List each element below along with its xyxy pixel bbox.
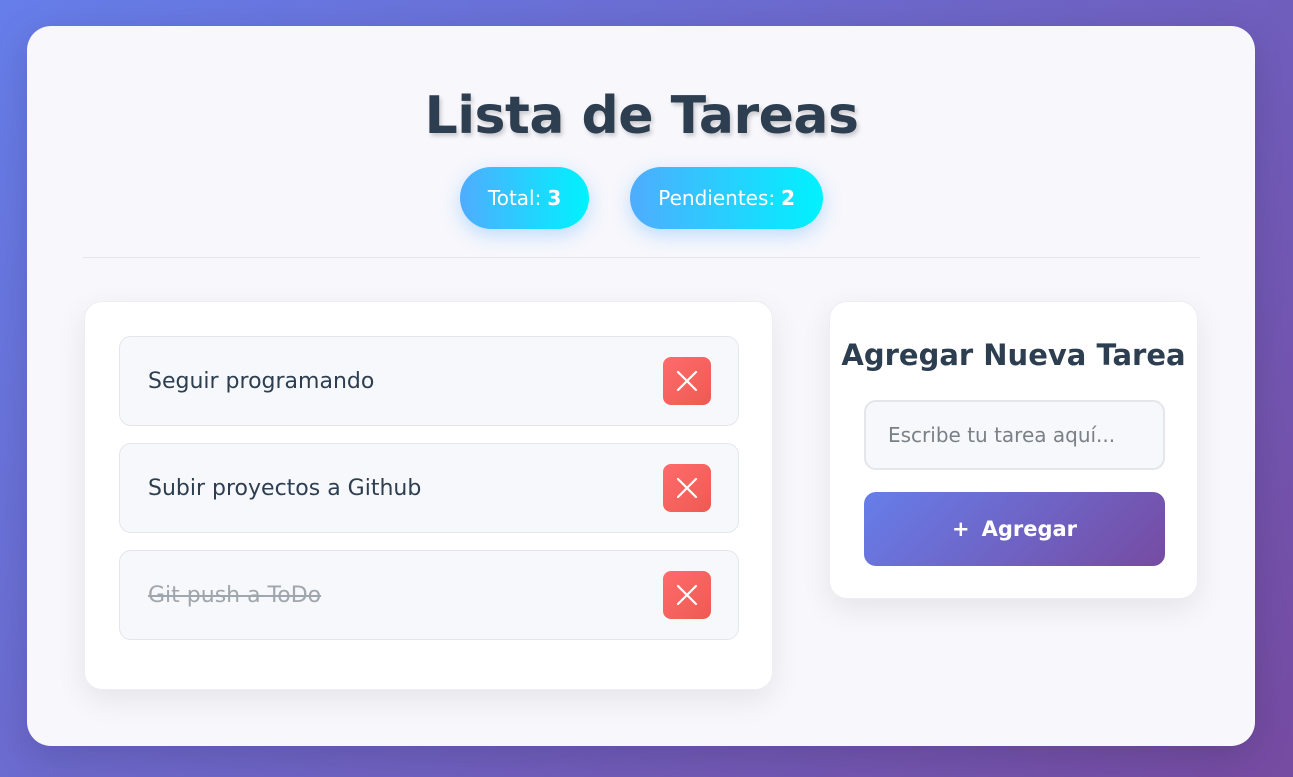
delete-task-button[interactable] bbox=[663, 357, 711, 405]
page-title: Lista de Tareas bbox=[424, 86, 859, 146]
task-item[interactable]: Subir proyectos a Github bbox=[119, 443, 739, 533]
task-list: Seguir programando Subir proyectos a Git… bbox=[84, 301, 773, 690]
task-text[interactable]: Subir proyectos a Github bbox=[148, 476, 421, 501]
delete-task-button[interactable] bbox=[663, 464, 711, 512]
plus-icon: + bbox=[951, 517, 970, 541]
task-text[interactable]: Git push a ToDo bbox=[148, 583, 321, 608]
pending-label: Pendientes: bbox=[658, 186, 776, 210]
total-value: 3 bbox=[547, 186, 562, 210]
stats-badges: Total: 3 Pendientes: 2 bbox=[83, 167, 1200, 229]
pending-value: 2 bbox=[781, 186, 796, 210]
close-icon bbox=[676, 477, 698, 499]
close-icon bbox=[676, 370, 698, 392]
add-task-panel: Agregar Nueva Tarea + Agregar bbox=[829, 301, 1198, 599]
task-text[interactable]: Seguir programando bbox=[148, 369, 374, 394]
add-button-label: Agregar bbox=[981, 517, 1078, 541]
pending-badge: Pendientes: 2 bbox=[630, 167, 824, 229]
total-badge: Total: 3 bbox=[459, 167, 590, 229]
close-icon bbox=[676, 584, 698, 606]
main-card: Lista de Tareas Total: 3 Pendientes: 2 S… bbox=[27, 26, 1255, 746]
add-task-title: Agregar Nueva Tarea bbox=[841, 338, 1186, 372]
task-item[interactable]: Seguir programando bbox=[119, 336, 739, 426]
task-input[interactable] bbox=[864, 400, 1165, 470]
header: Lista de Tareas Total: 3 Pendientes: 2 bbox=[83, 26, 1200, 258]
delete-task-button[interactable] bbox=[663, 571, 711, 619]
total-label: Total: bbox=[487, 186, 542, 210]
task-item-completed[interactable]: Git push a ToDo bbox=[119, 550, 739, 640]
add-task-button[interactable]: + Agregar bbox=[864, 492, 1165, 566]
